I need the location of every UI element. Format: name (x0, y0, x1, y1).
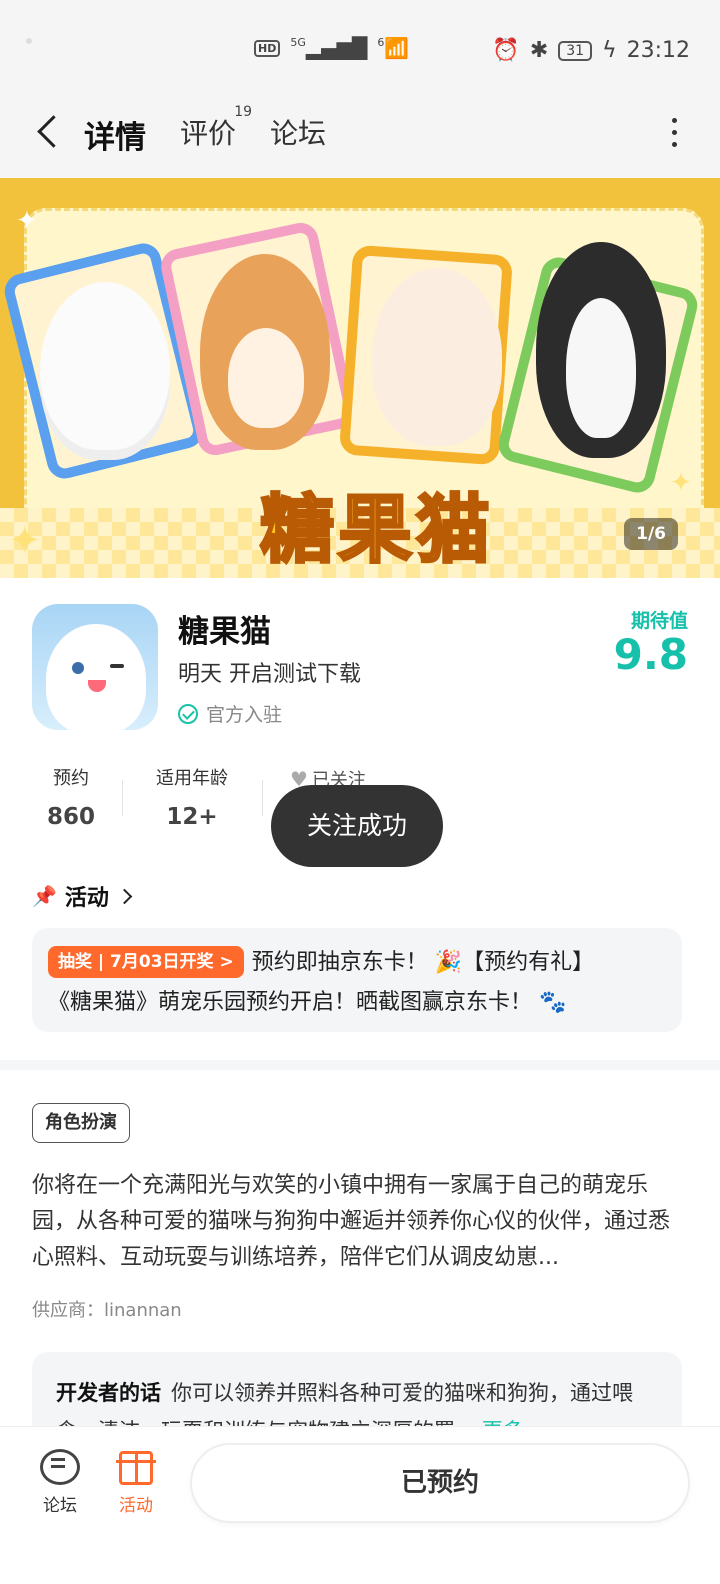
system-indicators: ⏰ ✱ 31 ϟ 23:12 (492, 38, 690, 63)
reserved-button[interactable]: 已预约 (192, 1445, 688, 1521)
cream-cat-illustration (372, 268, 502, 446)
forum-chat-icon (40, 1449, 80, 1485)
follow-success-toast: 关注成功 (271, 785, 443, 867)
stat-divider (262, 780, 263, 816)
wifi-icon: 6📶 (377, 36, 410, 60)
verified-check-icon (178, 703, 198, 724)
expectation-score: 期待值 9.8 (613, 610, 688, 679)
game-description[interactable]: 你将在一个充满阳光与欢笑的小镇中拥有一家属于自己的萌宠乐园，从各种可爱的猫咪与狗… (32, 1168, 688, 1276)
hero-banner[interactable]: 糖果猫 ✦ ✦ ✦ 1/6 (0, 178, 720, 578)
gift-icon (116, 1451, 156, 1485)
back-arrow-icon[interactable] (32, 110, 66, 154)
developer-note-title: 开发者的话 (56, 1381, 161, 1405)
status-dot (26, 38, 32, 44)
section-divider (0, 1060, 720, 1070)
tab-details[interactable]: 详情 (80, 112, 150, 157)
bluetooth-icon: ✱ (529, 38, 549, 63)
top-nav: 详情 评价 19 论坛 (0, 100, 720, 178)
white-cat-illustration (40, 282, 170, 460)
battery-icon: 31 (558, 40, 593, 61)
status-bar: HD 5G▂▄▆█ 6📶 ⏰ ✱ 31 ϟ 23:12 (0, 0, 720, 100)
tab-forum[interactable]: 论坛 (270, 112, 326, 152)
activity-text-line2: 《糖果猫》萌宠乐园预约开启！晒截图赢京东卡！ 🐾 (48, 990, 567, 1015)
bottom-forum-button[interactable]: 论坛 (30, 1449, 90, 1516)
signal-icon: 5G▂▄▆█ (290, 36, 368, 60)
charging-icon: ϟ (602, 38, 617, 63)
banner-logo-text: 糖果猫 (259, 486, 494, 575)
more-options-icon[interactable] (670, 118, 678, 148)
developer-note[interactable]: 开发者的话你可以领养并照料各种可爱的猫咪和狗狗，通过喂食、清洁、玩耍和训练与宠物… (32, 1352, 682, 1432)
network-indicators: HD 5G▂▄▆█ 6📶 (254, 36, 409, 60)
official-badge: 官方入驻 (178, 700, 282, 727)
activity-card[interactable]: 抽奖 | 7月03日开奖 > 预约即抽京东卡！ 🎉【预约有礼】 《糖果猫》萌宠乐园… (32, 928, 682, 1032)
reservations-stat: 预约 860 (46, 768, 95, 830)
pin-icon: 📌 (32, 884, 57, 908)
banner-pager: 1/6 (624, 518, 678, 550)
sparkle-icon: ✦ (8, 518, 42, 564)
clock: 23:12 (626, 38, 690, 63)
shiba-chest (228, 328, 304, 428)
chevron-right-icon (116, 888, 133, 904)
hd-icon: HD (254, 39, 281, 57)
reviews-count-badge: 19 (234, 104, 253, 120)
sparkle-icon: ✦ (670, 468, 692, 498)
app-subtitle: 明天 开启测试下载 (178, 662, 361, 687)
activity-header[interactable]: 📌 活动 (32, 880, 133, 912)
app-info: 糖果猫 明天 开启测试下载 官方入驻 期待值 9.8 (32, 604, 688, 734)
age-rating-stat: 适用年龄 12+ (156, 768, 228, 830)
collie-white-chest (566, 298, 636, 438)
vendor-info: 供应商：linannan (32, 1300, 182, 1321)
app-icon[interactable] (32, 604, 158, 730)
alarm-icon: ⏰ (492, 38, 520, 63)
bottom-activity-button[interactable]: 活动 (106, 1449, 166, 1516)
bottom-action-bar: 论坛 活动 已预约 (0, 1426, 720, 1584)
sparkle-icon: ✦ (16, 206, 38, 236)
tab-reviews[interactable]: 评价 19 (180, 104, 252, 152)
stat-divider (122, 780, 123, 816)
activity-text-line1: 预约即抽京东卡！ 🎉【预约有礼】 (251, 950, 595, 975)
app-name: 糖果猫 (178, 614, 271, 650)
lottery-tag: 抽奖 | 7月03日开奖 > (48, 946, 244, 978)
genre-tag[interactable]: 角色扮演 (32, 1103, 130, 1143)
